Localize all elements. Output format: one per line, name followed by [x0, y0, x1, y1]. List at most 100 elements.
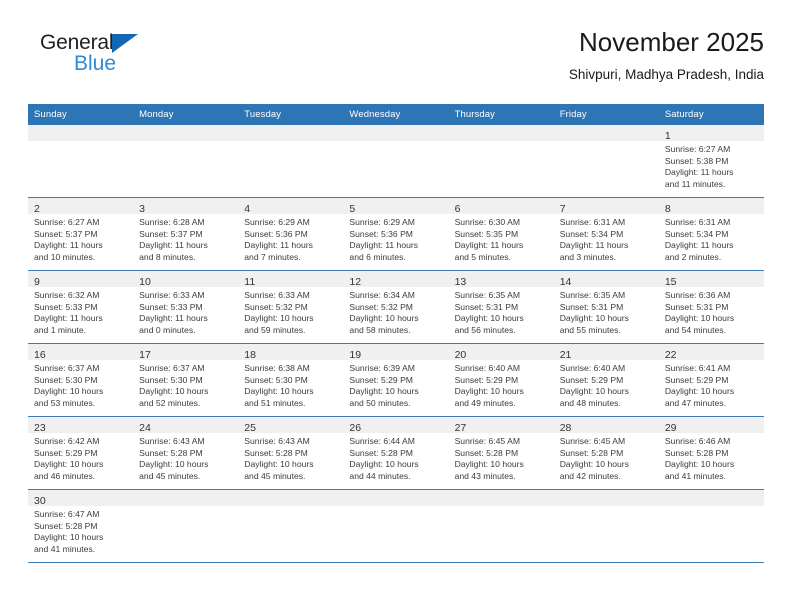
sunrise-text: Sunrise: 6:45 AM	[559, 436, 626, 446]
day-cell-details: Sunrise: 6:30 AM Sunset: 5:35 PM Daylight:…	[449, 214, 554, 263]
daylight-text-line1: Daylight: 10 hours	[34, 459, 104, 470]
calendar-day-cell[interactable]: 5 Sunrise: 6:29 AM Sunset: 5:36 PM Daylight…	[343, 197, 449, 271]
calendar-day-cell[interactable]: 22 Sunrise: 6:41 AM Sunset: 5:29 PM Dayligh…	[658, 343, 764, 417]
day-number: 5	[349, 203, 356, 215]
sunset-text: Sunset: 5:33 PM	[34, 301, 98, 312]
calendar-day-cell[interactable]: 25 Sunrise: 6:43 AM Sunset: 5:28 PM Dayligh…	[238, 416, 344, 490]
daylight-text-line2: and 6 minutes.	[349, 251, 406, 262]
page-header: General Blue November 2025 Shivpuri, Mad…	[28, 27, 764, 98]
day-number-band	[553, 125, 659, 141]
sunrise-text: Sunrise: 6:43 AM	[139, 436, 205, 446]
day-cell-details: Sunrise: 6:46 AM Sunset: 5:28 PM Daylight:…	[659, 433, 764, 482]
calendar-day-cell-empty	[658, 489, 764, 563]
calendar-day-cell[interactable]: 13 Sunrise: 6:35 AM Sunset: 5:31 PM Dayligh…	[448, 270, 554, 344]
calendar-day-cell[interactable]: 20 Sunrise: 6:40 AM Sunset: 5:29 PM Dayligh…	[448, 343, 554, 417]
calendar-day-cell[interactable]: 28 Sunrise: 6:45 AM Sunset: 5:28 PM Dayligh…	[553, 416, 659, 490]
daylight-text-line2: and 0 minutes.	[139, 324, 196, 335]
calendar-day-cell-empty	[448, 489, 554, 563]
calendar-day-cell[interactable]: 21 Sunrise: 6:40 AM Sunset: 5:29 PM Dayligh…	[553, 343, 659, 417]
calendar-day-cell[interactable]: 30 Sunrise: 6:47 AM Sunset: 5:28 PM Dayligh…	[28, 489, 134, 563]
sunrise-text: Sunrise: 6:27 AM	[34, 217, 100, 227]
daylight-text-line1: Daylight: 10 hours	[559, 459, 629, 470]
calendar-day-cell[interactable]: 16 Sunrise: 6:37 AM Sunset: 5:30 PM Dayligh…	[28, 343, 134, 417]
daylight-text-line2: and 53 minutes.	[34, 397, 96, 408]
page-title: November 2025	[579, 27, 764, 57]
day-cell-details: Sunrise: 6:27 AM Sunset: 5:37 PM Daylight:…	[28, 214, 133, 263]
calendar-day-cell[interactable]: 26 Sunrise: 6:44 AM Sunset: 5:28 PM Dayligh…	[343, 416, 449, 490]
day-number-band: 2	[28, 198, 134, 215]
day-number-band	[553, 490, 659, 506]
calendar-day-cell-empty	[553, 125, 659, 198]
daylight-text-line2: and 51 minutes.	[244, 397, 306, 408]
weekday-header-friday: Friday	[553, 104, 659, 125]
calendar-day-cell[interactable]: 29 Sunrise: 6:46 AM Sunset: 5:28 PM Dayligh…	[658, 416, 764, 490]
calendar-day-cell[interactable]: 11 Sunrise: 6:33 AM Sunset: 5:32 PM Dayligh…	[238, 270, 344, 344]
calendar-day-cell[interactable]: 9 Sunrise: 6:32 AM Sunset: 5:33 PM Daylight…	[28, 270, 134, 344]
calendar-day-cell[interactable]: 27 Sunrise: 6:45 AM Sunset: 5:28 PM Dayligh…	[448, 416, 554, 490]
day-number: 24	[139, 422, 151, 434]
day-number-band	[238, 490, 344, 506]
calendar-day-cell[interactable]: 6 Sunrise: 6:30 AM Sunset: 5:35 PM Daylight…	[448, 197, 554, 271]
calendar-week-row: 1 Sunrise: 6:27 AM Sunset: 5:38 PM Daylight…	[28, 125, 764, 198]
sunrise-text: Sunrise: 6:44 AM	[349, 436, 415, 446]
generalblue-logo[interactable]: General Blue	[40, 32, 180, 88]
daylight-text-line1: Daylight: 11 hours	[664, 240, 734, 251]
sunrise-text: Sunrise: 6:32 AM	[34, 290, 100, 300]
sunset-text: Sunset: 5:29 PM	[454, 374, 519, 385]
calendar-day-cell[interactable]: 15 Sunrise: 6:36 AM Sunset: 5:31 PM Dayligh…	[658, 270, 764, 344]
daylight-text-line1: Daylight: 10 hours	[244, 459, 314, 470]
calendar-day-cell[interactable]: 10 Sunrise: 6:33 AM Sunset: 5:33 PM Dayligh…	[133, 270, 239, 344]
day-cell-details	[554, 506, 659, 509]
calendar-day-cell[interactable]: 4 Sunrise: 6:29 AM Sunset: 5:36 PM Daylight…	[238, 197, 344, 271]
calendar-day-cell[interactable]: 7 Sunrise: 6:31 AM Sunset: 5:34 PM Daylight…	[553, 197, 659, 271]
day-number-band: 11	[238, 271, 344, 288]
day-number-band: 12	[343, 271, 449, 288]
calendar-day-cell[interactable]: 8 Sunrise: 6:31 AM Sunset: 5:34 PM Daylight…	[658, 197, 764, 271]
calendar-day-cell[interactable]: 19 Sunrise: 6:39 AM Sunset: 5:29 PM Dayligh…	[343, 343, 449, 417]
sunrise-text: Sunrise: 6:31 AM	[664, 217, 731, 227]
daylight-text-line1: Daylight: 11 hours	[139, 240, 208, 251]
day-cell-details: Sunrise: 6:32 AM Sunset: 5:33 PM Daylight:…	[28, 287, 133, 336]
day-number: 18	[244, 349, 256, 361]
sunset-text: Sunset: 5:34 PM	[559, 228, 624, 239]
calendar-day-cell-empty	[133, 125, 239, 198]
calendar-day-cell[interactable]: 17 Sunrise: 6:37 AM Sunset: 5:30 PM Dayligh…	[133, 343, 239, 417]
sunset-text: Sunset: 5:29 PM	[559, 374, 624, 385]
sunrise-text: Sunrise: 6:29 AM	[244, 217, 310, 227]
sunrise-text: Sunrise: 6:45 AM	[454, 436, 521, 446]
calendar-day-cell[interactable]: 24 Sunrise: 6:43 AM Sunset: 5:28 PM Dayligh…	[133, 416, 239, 490]
calendar-day-cell[interactable]: 12 Sunrise: 6:34 AM Sunset: 5:32 PM Dayligh…	[343, 270, 449, 344]
day-number-band: 26	[343, 417, 449, 434]
calendar-day-cell-empty	[28, 125, 134, 198]
day-number-band: 16	[28, 344, 134, 361]
sunrise-text: Sunrise: 6:35 AM	[559, 290, 626, 300]
sunrise-text: Sunrise: 6:31 AM	[559, 217, 626, 227]
calendar-day-cell[interactable]: 2 Sunrise: 6:27 AM Sunset: 5:37 PM Daylight…	[28, 197, 134, 271]
title-block: November 2025 Shivpuri, Madhya Pradesh, …	[569, 27, 764, 83]
calendar-day-cell[interactable]: 18 Sunrise: 6:38 AM Sunset: 5:30 PM Dayligh…	[238, 343, 344, 417]
day-cell-details: Sunrise: 6:40 AM Sunset: 5:29 PM Daylight:…	[449, 360, 554, 409]
day-cell-details: Sunrise: 6:41 AM Sunset: 5:29 PM Daylight:…	[659, 360, 764, 409]
sunset-text: Sunset: 5:38 PM	[664, 155, 729, 166]
sunset-text: Sunset: 5:30 PM	[139, 374, 203, 385]
daylight-text-line1: Daylight: 11 hours	[349, 240, 419, 251]
day-cell-details: Sunrise: 6:45 AM Sunset: 5:28 PM Daylight:…	[449, 433, 554, 482]
daylight-text-line1: Daylight: 10 hours	[349, 459, 419, 470]
sunset-text: Sunset: 5:29 PM	[34, 447, 98, 458]
calendar-table: Sunday Monday Tuesday Wednesday Thursday…	[28, 104, 764, 563]
day-number: 26	[349, 422, 362, 434]
calendar-day-cell[interactable]: 3 Sunrise: 6:28 AM Sunset: 5:37 PM Daylight…	[133, 197, 239, 271]
sunset-text: Sunset: 5:35 PM	[454, 228, 519, 239]
day-cell-details: Sunrise: 6:33 AM Sunset: 5:33 PM Daylight:…	[133, 287, 238, 336]
sunrise-text: Sunrise: 6:27 AM	[664, 144, 731, 154]
calendar-day-cell[interactable]: 1 Sunrise: 6:27 AM Sunset: 5:38 PM Daylight…	[658, 125, 764, 198]
daylight-text-line2: and 45 minutes.	[244, 470, 306, 481]
daylight-text-line1: Daylight: 10 hours	[664, 459, 735, 470]
sunrise-text: Sunrise: 6:46 AM	[664, 436, 731, 446]
daylight-text-line1: Daylight: 10 hours	[244, 386, 314, 397]
daylight-text-line2: and 2 minutes.	[664, 251, 722, 262]
sunrise-text: Sunrise: 6:34 AM	[349, 290, 415, 300]
calendar-day-cell[interactable]: 14 Sunrise: 6:35 AM Sunset: 5:31 PM Dayligh…	[553, 270, 659, 344]
daylight-text-line2: and 8 minutes.	[139, 251, 196, 262]
calendar-day-cell[interactable]: 23 Sunrise: 6:42 AM Sunset: 5:29 PM Dayligh…	[28, 416, 134, 490]
